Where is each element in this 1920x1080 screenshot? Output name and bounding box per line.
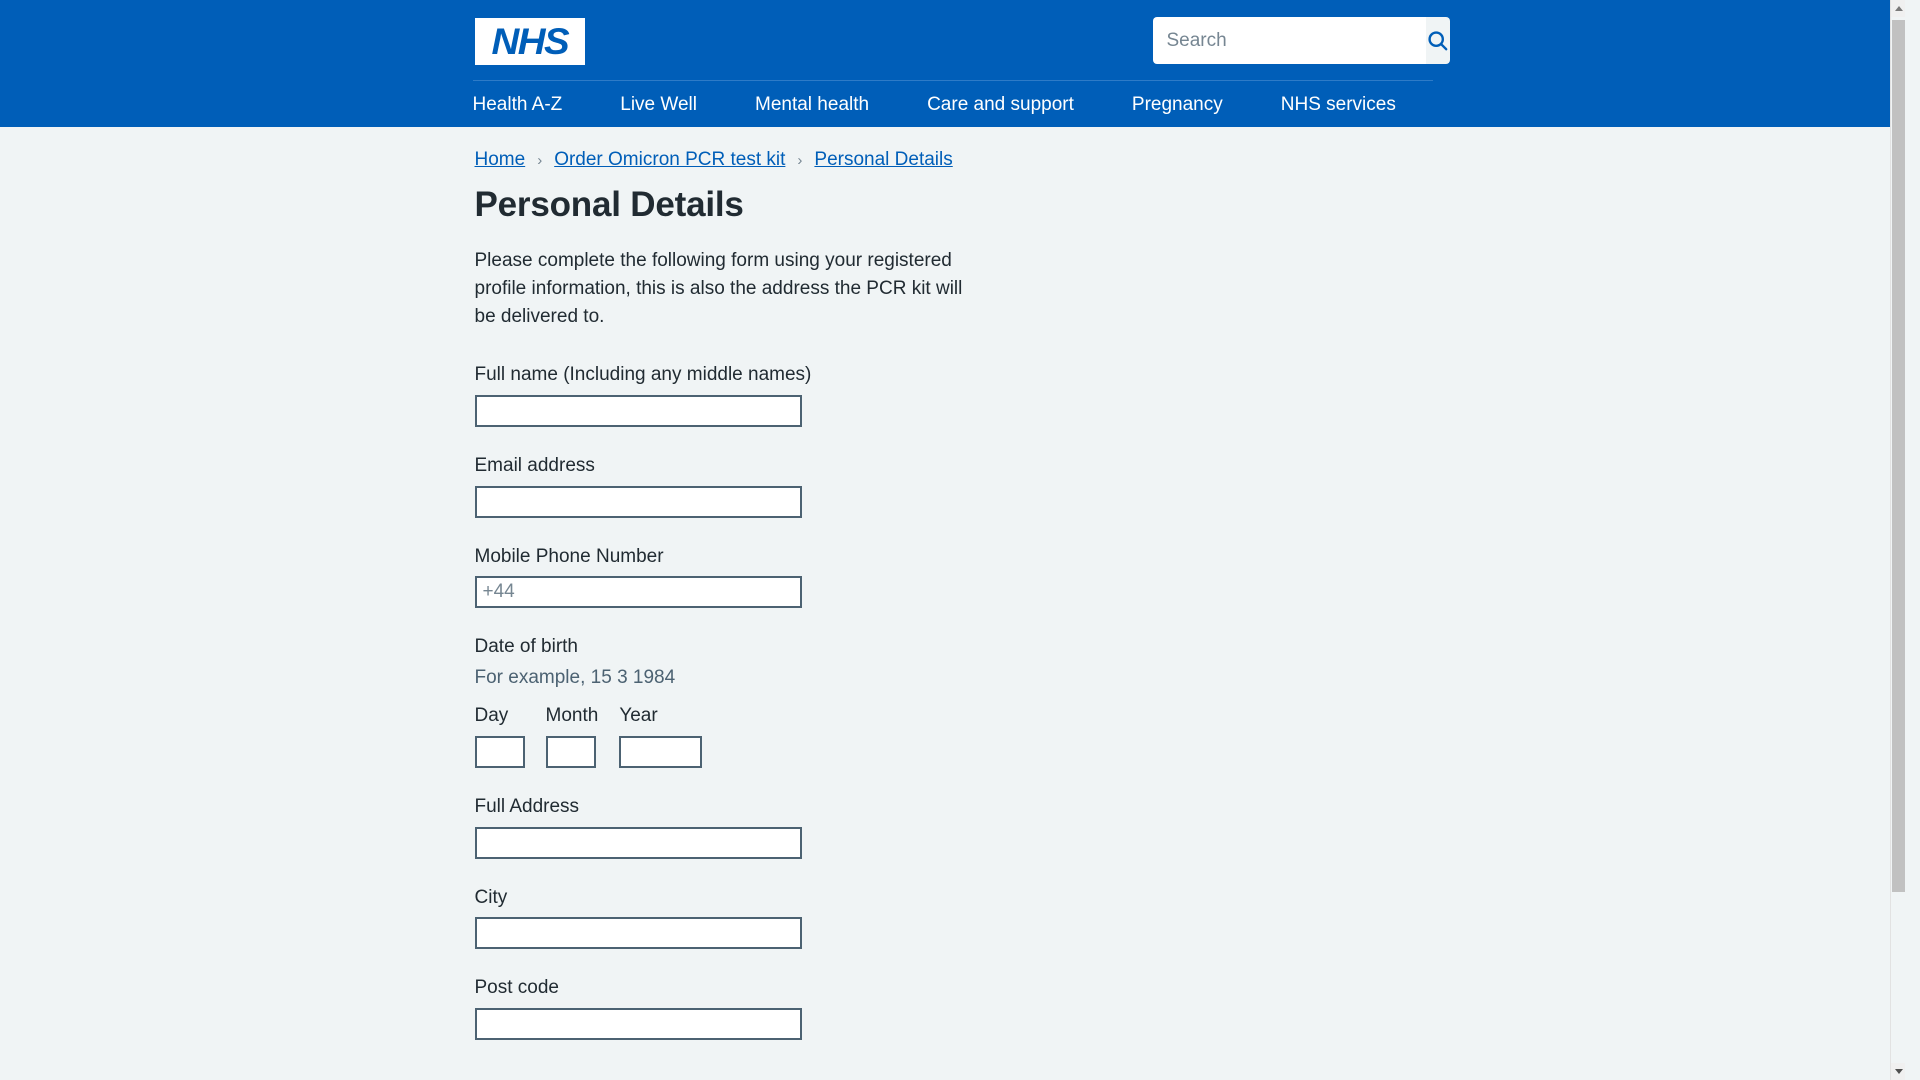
mobile-phone-input[interactable] — [474, 576, 802, 609]
search-button[interactable] — [1425, 17, 1450, 64]
mobile-phone-label: Mobile Phone Number — [474, 545, 664, 567]
breadcrumb-item-order-omicron-pcr-test-kit[interactable]: Order Omicron PCR test kit — [554, 149, 785, 171]
city-label: City — [474, 886, 508, 908]
primary-navigation: Health A-Z Live Well Mental health Care … — [0, 81, 1905, 127]
page-title: Personal Details — [474, 185, 744, 224]
header-divider — [472, 80, 1433, 81]
field-group-city: City — [473, 886, 1433, 950]
search-input[interactable] — [1152, 17, 1426, 64]
dob-day-label: Day — [474, 705, 509, 727]
field-group-email: Email address — [473, 454, 1433, 518]
dob-day-field: Day — [474, 705, 525, 768]
breadcrumb-item-personal-details[interactable]: Personal Details — [814, 149, 952, 171]
nhs-logo[interactable]: NHS — [474, 17, 585, 65]
page-scrollbar[interactable] — [1890, 0, 1905, 1080]
nav-item-care-and-support[interactable]: Care and support — [927, 84, 1074, 125]
personal-details-form: Full name (Including any middle names) E… — [473, 363, 1433, 1040]
full-name-label: Full name (Including any middle names) — [474, 364, 812, 386]
field-group-post-code: Post code — [473, 976, 1433, 1040]
full-name-input[interactable] — [474, 395, 802, 428]
city-input[interactable] — [474, 917, 802, 950]
nav-item-pregnancy[interactable]: Pregnancy — [1132, 84, 1223, 125]
dob-month-input[interactable] — [545, 735, 596, 768]
scrollbar-up-arrow-icon[interactable] — [1891, 0, 1905, 17]
field-group-full-address: Full Address — [473, 795, 1433, 859]
full-address-label: Full Address — [474, 795, 580, 817]
email-label: Email address — [474, 455, 595, 477]
field-group-mobile-phone: Mobile Phone Number — [473, 545, 1433, 609]
full-address-input[interactable] — [474, 826, 802, 859]
intro-paragraph: Please complete the following form using… — [474, 250, 963, 328]
post-code-input[interactable] — [474, 1007, 802, 1040]
search-icon — [1426, 29, 1450, 53]
scrollbar-thumb[interactable] — [1892, 20, 1905, 892]
date-of-birth-inputs: Day Month Year — [474, 705, 1433, 768]
page-root: NHS Health A-Z Live Well Men — [0, 0, 1905, 1080]
nav-item-live-well[interactable]: Live Well — [620, 84, 697, 125]
scrollbar-down-arrow-icon[interactable] — [1891, 1063, 1905, 1080]
nav-item-mental-health[interactable]: Mental health — [755, 84, 869, 125]
field-group-full-name: Full name (Including any middle names) — [473, 363, 1433, 428]
breadcrumb-item-home[interactable]: Home — [475, 149, 526, 171]
date-of-birth-label: Date of birth — [474, 636, 579, 658]
email-input[interactable] — [474, 485, 802, 518]
dob-month-field: Month — [545, 705, 599, 768]
dob-month-label: Month — [545, 705, 599, 727]
nhs-logo-text: NHS — [491, 20, 569, 62]
dob-year-field: Year — [619, 705, 703, 768]
main-content: Home › Order Omicron PCR test kit › Pers… — [473, 127, 1433, 1040]
nav-inner: Health A-Z Live Well Mental health Care … — [473, 81, 1433, 127]
breadcrumb: Home › Order Omicron PCR test kit › Pers… — [473, 149, 1433, 171]
date-of-birth-hint: For example, 15 3 1984 — [474, 667, 676, 689]
dob-year-input[interactable] — [619, 735, 703, 768]
site-header: NHS Health A-Z Live Well Men — [0, 0, 1905, 127]
dob-day-input[interactable] — [474, 735, 525, 768]
breadcrumb-separator: › — [797, 151, 803, 169]
breadcrumb-separator: › — [537, 151, 543, 169]
nav-item-health-a-z[interactable]: Health A-Z — [473, 84, 563, 125]
header-inner: NHS — [473, 0, 1450, 80]
nav-item-nhs-services[interactable]: NHS services — [1281, 84, 1396, 125]
dob-year-label: Year — [619, 705, 658, 727]
post-code-label: Post code — [474, 977, 560, 999]
site-search — [1152, 17, 1450, 64]
field-group-date-of-birth: Date of birth For example, 15 3 1984 Day… — [473, 635, 1433, 768]
